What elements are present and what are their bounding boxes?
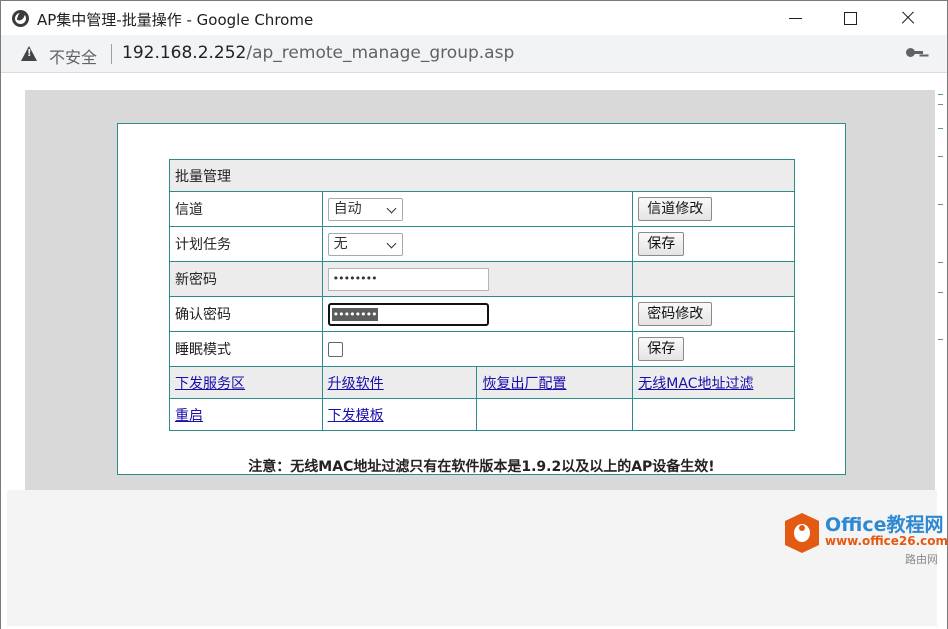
row-channel: 信道 自动 信道修改	[169, 191, 795, 227]
channel-label: 信道	[169, 191, 323, 227]
watermark-url: www.office26.com	[825, 534, 948, 548]
sleep-mode-label: 睡眠模式	[169, 331, 323, 367]
schedule-label: 计划任务	[169, 226, 323, 262]
notice-text: 注意：无线MAC地址过滤只有在软件版本是1.9.2以及以上的AP设备生效!	[248, 459, 715, 475]
channel-modify-button[interactable]: 信道修改	[638, 197, 713, 221]
empty-cell	[632, 261, 795, 297]
confirm-password-field[interactable]: ••••••••	[327, 302, 489, 326]
link-mac-filter[interactable]: 无线MAC地址过滤	[638, 376, 753, 392]
schedule-save-button[interactable]: 保存	[638, 232, 685, 256]
row-sleep-mode: 睡眠模式 保存	[169, 331, 795, 367]
link-factory-reset[interactable]: 恢复出厂配置	[482, 376, 566, 392]
warning-icon[interactable]	[21, 46, 37, 61]
empty-cell	[632, 398, 795, 431]
sleep-mode-checkbox[interactable]	[327, 341, 343, 357]
security-label[interactable]: 不安全	[49, 44, 97, 68]
batch-management-table: 批量管理 信道 自动 信道修改 计划任务 无 保存 新密码 •••••••• 确…	[169, 159, 795, 431]
password-modify-button[interactable]: 密码修改	[638, 302, 713, 326]
link-deploy-template[interactable]: 下发模板	[328, 408, 384, 424]
watermark-extra: 路由网	[905, 553, 938, 566]
url-host: 192.168.2.252	[122, 43, 247, 63]
watermark: Office教程网 www.office26.com 路由网	[785, 508, 948, 568]
address-separator	[111, 44, 112, 64]
chevron-down-icon	[386, 238, 397, 248]
empty-cell	[476, 398, 634, 431]
row-new-password: 新密码 ••••••••	[169, 261, 795, 297]
links-row-2: 重启 下发模板	[169, 398, 795, 431]
selected-password-text: ••••••••	[331, 307, 378, 321]
new-password-field[interactable]: ••••••••	[327, 267, 489, 291]
table-header: 批量管理	[169, 159, 795, 192]
channel-select[interactable]: 自动	[327, 197, 403, 221]
key-icon[interactable]	[906, 48, 923, 58]
new-password-label: 新密码	[169, 261, 323, 297]
channel-value: 自动	[333, 200, 362, 217]
confirm-password-label: 确认密码	[169, 296, 323, 332]
link-upgrade-software[interactable]: 升级软件	[328, 376, 384, 392]
office-logo-icon	[785, 513, 819, 553]
link-reboot[interactable]: 重启	[175, 408, 203, 424]
schedule-select[interactable]: 无	[327, 232, 403, 256]
office-logo-dot	[799, 525, 805, 531]
management-panel: 批量管理 信道 自动 信道修改 计划任务 无 保存 新密码 •••••••• 确…	[117, 123, 846, 475]
globe-icon	[12, 10, 29, 27]
chevron-down-icon	[386, 203, 397, 213]
minimize-button[interactable]	[766, 1, 824, 35]
right-edge-marks	[938, 94, 944, 394]
schedule-value: 无	[333, 235, 348, 252]
link-deploy-service-area[interactable]: 下发服务区	[175, 376, 245, 392]
address-bar[interactable]: 不安全 192.168.2.252/ap_remote_manage_group…	[1, 35, 947, 73]
row-confirm-password: 确认密码 •••••••• 密码修改	[169, 296, 795, 332]
url-path: /ap_remote_manage_group.asp	[246, 43, 515, 63]
watermark-brand: Office教程网	[825, 514, 944, 536]
links-row-1: 下发服务区 升级软件 恢复出厂配置 无线MAC地址过滤	[169, 366, 795, 399]
sleep-save-button[interactable]: 保存	[638, 337, 685, 361]
url-text[interactable]: 192.168.2.252/ap_remote_manage_group.asp	[122, 43, 514, 63]
title-bar: AP集中管理-批量操作 - Google Chrome	[1, 1, 947, 35]
row-schedule: 计划任务 无 保存	[169, 226, 795, 262]
maximize-button[interactable]	[821, 1, 879, 35]
browser-window: AP集中管理-批量操作 - Google Chrome 不安全 192.168.…	[0, 0, 948, 629]
close-button[interactable]	[879, 1, 937, 35]
window-title: AP集中管理-批量操作 - Google Chrome	[37, 11, 314, 29]
